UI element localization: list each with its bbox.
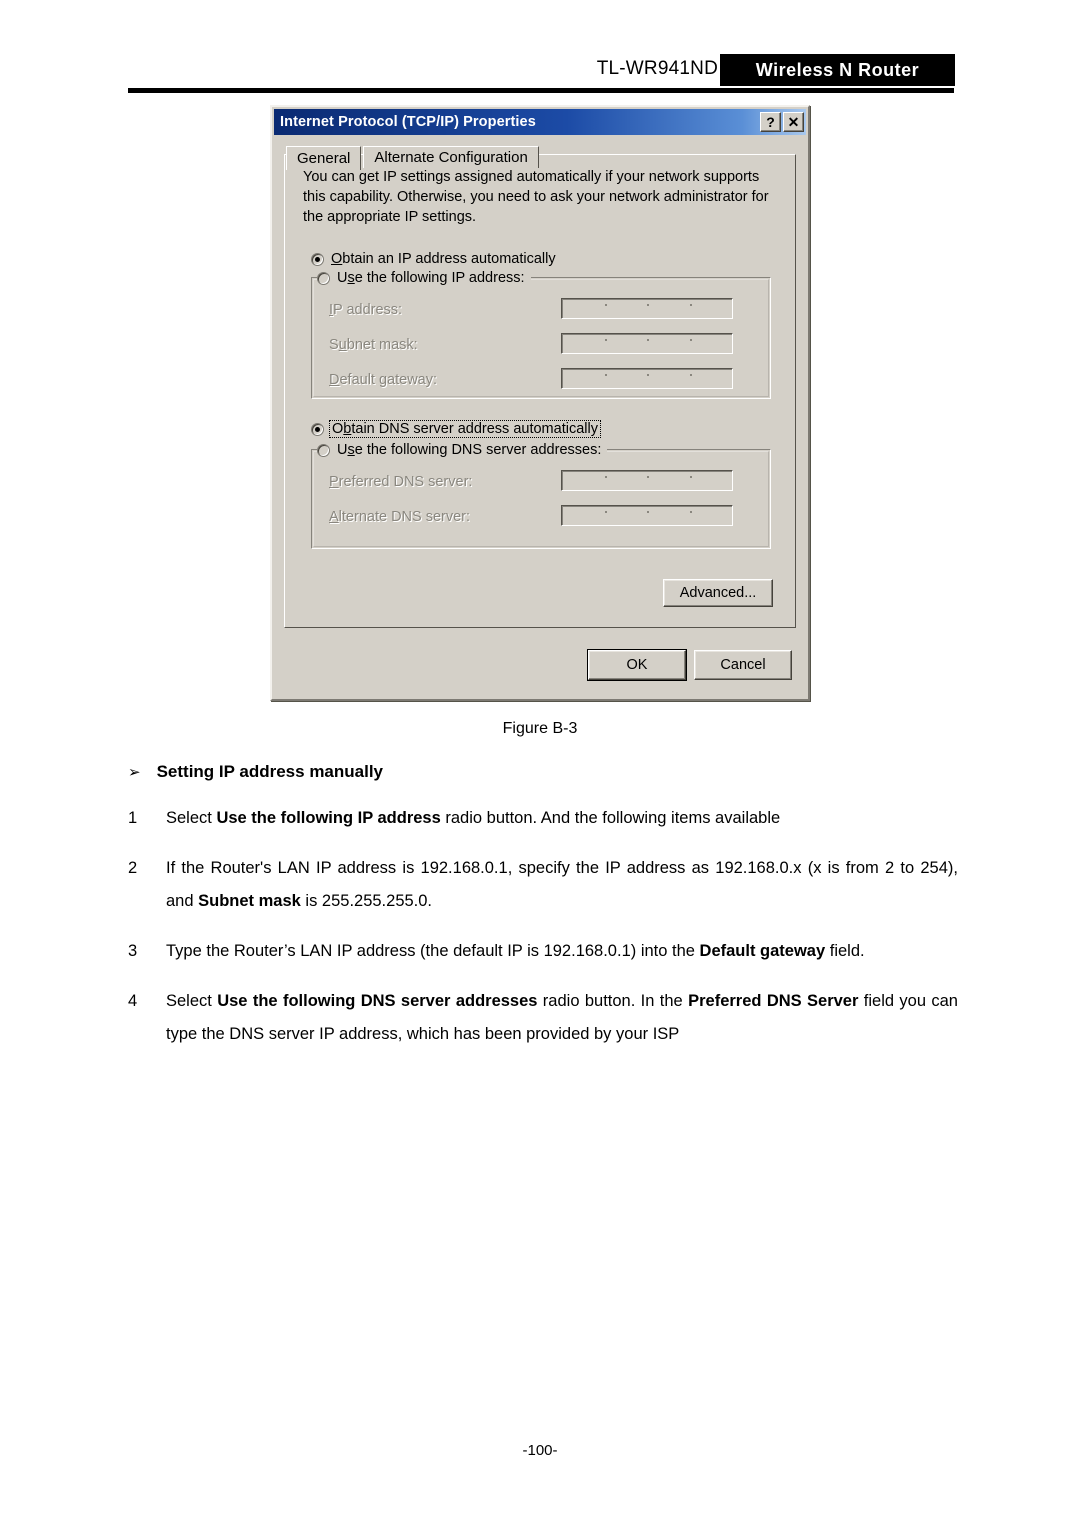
alternate-dns-input[interactable]	[561, 505, 733, 526]
tab-alternate-configuration[interactable]: Alternate Configuration	[363, 146, 539, 168]
dialog-tabstrip: General Alternate Configuration	[286, 145, 808, 170]
alternate-dns-label: Alternate DNS server:	[329, 509, 471, 525]
header-divider-rule	[128, 88, 954, 93]
instruction-steps: 1 Select Use the following IP address rad…	[128, 802, 958, 1068]
header-model-name: TL-WR941ND	[596, 58, 718, 79]
dialog-title: Internet Protocol (TCP/IP) Properties	[280, 114, 536, 130]
close-icon[interactable]: ✕	[783, 112, 804, 132]
use-following-ip-radio-row[interactable]: Use the following IP address:	[317, 270, 531, 286]
ip-address-label: IP address:	[329, 302, 403, 318]
arrow-bullet-icon: ➢	[128, 764, 141, 781]
step-number: 4	[128, 992, 138, 1010]
radio-indicator-icon[interactable]	[317, 443, 330, 457]
subnet-mask-label: Subnet mask:	[329, 337, 418, 353]
radio-indicator-icon[interactable]	[311, 252, 324, 266]
step-text: If the Router's LAN IP address is 192.16…	[166, 859, 958, 910]
step-number: 1	[128, 809, 138, 827]
manual-dns-groupbox	[311, 449, 771, 549]
obtain-dns-automatically-radio-row[interactable]: Obtain DNS server address automatically	[311, 420, 601, 438]
ok-button[interactable]: OK	[587, 649, 687, 681]
ip-address-input[interactable]	[561, 298, 733, 319]
obtain-ip-automatically-label: Obtain an IP address automatically	[331, 251, 556, 267]
default-gateway-input[interactable]	[561, 368, 733, 389]
preferred-dns-label: Preferred DNS server:	[329, 474, 473, 490]
step-text: Select Use the following DNS server addr…	[166, 992, 958, 1043]
step-text: Type the Router’s LAN IP address (the de…	[166, 942, 865, 960]
general-tab-panel: You can get IP settings assigned automat…	[284, 154, 796, 628]
default-gateway-label: Default gateway:	[329, 372, 438, 388]
obtain-dns-automatically-label: Obtain DNS server address automatically	[329, 420, 601, 438]
help-icon[interactable]: ?	[760, 112, 781, 132]
use-following-ip-label: Use the following IP address:	[337, 270, 525, 286]
instruction-step: 3 Type the Router’s LAN IP address (the d…	[128, 935, 958, 968]
use-following-dns-label: Use the following DNS server addresses:	[337, 442, 602, 458]
section-heading: ➢ Setting IP address manually	[128, 762, 383, 782]
step-number: 3	[128, 942, 138, 960]
step-text: Select Use the following IP address radi…	[166, 809, 781, 827]
step-number: 2	[128, 859, 138, 877]
instruction-step: 2 If the Router's LAN IP address is 192.1…	[128, 852, 958, 918]
use-following-dns-radio-row[interactable]: Use the following DNS server addresses:	[317, 442, 608, 458]
figure-caption: Figure B-3	[502, 720, 578, 737]
intro-text: You can get IP settings assigned automat…	[303, 169, 769, 225]
section-heading-label: Setting IP address manually	[156, 762, 384, 781]
page-header: TL-WR941ND Wireless N Router	[0, 0, 1080, 96]
instruction-step: 1 Select Use the following IP address rad…	[128, 802, 958, 835]
tcpip-properties-dialog: Internet Protocol (TCP/IP) Properties ? …	[270, 105, 810, 701]
instruction-step: 4 Select Use the following DNS server add…	[128, 985, 958, 1051]
cancel-button[interactable]: Cancel	[694, 650, 792, 680]
subnet-mask-input[interactable]	[561, 333, 733, 354]
page-number: -100-	[522, 1442, 558, 1459]
preferred-dns-input[interactable]	[561, 470, 733, 491]
tab-general[interactable]: General	[286, 146, 362, 170]
radio-indicator-icon[interactable]	[317, 271, 330, 285]
header-product-banner: Wireless N Router	[720, 54, 955, 86]
advanced-button[interactable]: Advanced...	[663, 579, 773, 607]
radio-indicator-icon[interactable]	[311, 422, 324, 436]
obtain-ip-automatically-radio-row[interactable]: Obtain an IP address automatically	[311, 251, 556, 267]
dialog-titlebar: Internet Protocol (TCP/IP) Properties ? …	[274, 109, 806, 135]
